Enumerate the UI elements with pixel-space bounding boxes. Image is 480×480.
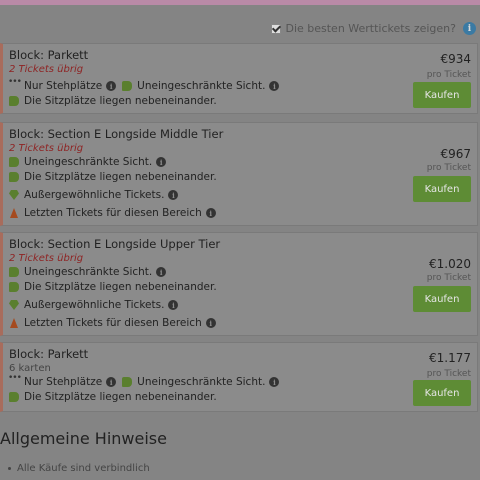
block-title: Block: Section E Longside Upper Tier bbox=[9, 237, 221, 251]
availability-text: 2 Tickets übrig bbox=[9, 64, 84, 75]
thumbs-up-icon bbox=[122, 377, 133, 387]
info-icon[interactable]: i bbox=[205, 208, 216, 218]
feature-row: Die Sitzplätze liegen nebeneinander. bbox=[9, 171, 217, 183]
feature-text: Außergewöhnliche Tickets. bbox=[24, 189, 165, 201]
info-icon[interactable]: i bbox=[156, 157, 167, 167]
note-text: Alle Käufe sind verbindlich bbox=[17, 463, 150, 474]
ticket-price: €1.177 bbox=[429, 351, 471, 365]
feature-row: Nur Stehplätze i Uneingeschränkte Sicht.… bbox=[8, 77, 280, 92]
cone-icon bbox=[10, 318, 18, 328]
ticket-price: €967 bbox=[440, 147, 471, 161]
feature-text: Uneingeschränkte Sicht. bbox=[24, 266, 153, 278]
buy-button[interactable]: Kaufen bbox=[413, 286, 471, 312]
thumbs-up-icon bbox=[9, 96, 19, 106]
info-icon[interactable]: i bbox=[168, 190, 179, 200]
feature-row: Uneingeschränkte Sicht. i bbox=[9, 266, 167, 278]
feature-text: Uneingeschränkte Sicht. bbox=[137, 80, 266, 92]
thumbs-up-icon bbox=[9, 157, 19, 167]
info-icon[interactable]: i bbox=[106, 377, 117, 387]
thumbs-up-icon bbox=[9, 267, 19, 277]
thumbs-up-icon bbox=[9, 172, 19, 182]
block-title: Block: Section E Longside Middle Tier bbox=[9, 127, 224, 141]
dots-icon bbox=[8, 77, 21, 91]
feature-text: Außergewöhnliche Tickets. bbox=[24, 299, 165, 311]
feature-text: Die Sitzplätze liegen nebeneinander. bbox=[24, 281, 217, 293]
feature-row: Die Sitzplätze liegen nebeneinander. bbox=[9, 281, 217, 293]
buy-button[interactable]: Kaufen bbox=[413, 380, 471, 406]
info-icon[interactable]: i bbox=[205, 318, 216, 328]
feature-row: Die Sitzplätze liegen nebeneinander. bbox=[9, 391, 217, 403]
feature-row: Uneingeschränkte Sicht. i bbox=[9, 156, 167, 168]
thumbs-up-icon bbox=[122, 81, 133, 91]
feature-row: Die Sitzplätze liegen nebeneinander. bbox=[9, 95, 217, 107]
availability-text: 2 Tickets übrig bbox=[9, 143, 84, 154]
thumbs-up-icon bbox=[9, 282, 19, 292]
gem-icon bbox=[9, 300, 19, 310]
gem-icon bbox=[9, 190, 19, 200]
feature-row: Außergewöhnliche Tickets. i bbox=[9, 299, 179, 311]
feature-text: Letzten Tickets für diesen Bereich bbox=[24, 317, 202, 329]
cone-icon bbox=[10, 208, 18, 218]
feature-row: Letzten Tickets für diesen Bereich i bbox=[9, 317, 216, 329]
feature-text: Die Sitzplätze liegen nebeneinander. bbox=[24, 95, 217, 107]
ticket-price: €934 bbox=[440, 52, 471, 66]
availability-text: 2 Tickets übrig bbox=[9, 253, 84, 264]
ticket-listing: Block: Parkett 2 Tickets übrig Nur Stehp… bbox=[0, 43, 478, 114]
feature-row: Außergewöhnliche Tickets. i bbox=[9, 189, 179, 201]
thumbs-up-icon bbox=[9, 392, 19, 402]
ticket-listing: Block: Section E Longside Middle Tier 2 … bbox=[0, 122, 478, 226]
feature-text: Uneingeschränkte Sicht. bbox=[24, 156, 153, 168]
best-value-checkbox[interactable] bbox=[271, 23, 282, 34]
feature-text: Uneingeschränkte Sicht. bbox=[137, 376, 266, 388]
feature-text: Letzten Tickets für diesen Bereich bbox=[24, 207, 202, 219]
dots-icon bbox=[8, 373, 21, 387]
bullet-icon bbox=[8, 467, 11, 470]
price-unit: pro Ticket bbox=[426, 70, 471, 80]
feature-text: Nur Stehplätze bbox=[24, 80, 103, 92]
notes-title: Allgemeine Hinweise bbox=[0, 429, 167, 448]
price-unit: pro Ticket bbox=[426, 273, 471, 283]
info-icon[interactable]: i bbox=[463, 22, 476, 35]
price-unit: pro Ticket bbox=[426, 369, 471, 379]
block-title: Block: Parkett bbox=[9, 48, 89, 62]
ticket-price: €1.020 bbox=[429, 257, 471, 271]
feature-row: Letzten Tickets für diesen Bereich i bbox=[9, 207, 216, 219]
ticket-listing: Block: Parkett 6 karten Nur Stehplätze i… bbox=[0, 342, 478, 412]
feature-row: Nur Stehplätze i Uneingeschränkte Sicht.… bbox=[8, 373, 280, 388]
feature-text: Die Sitzplätze liegen nebeneinander. bbox=[24, 391, 217, 403]
info-icon[interactable]: i bbox=[168, 300, 179, 310]
info-icon[interactable]: i bbox=[269, 81, 280, 91]
top-bar bbox=[0, 0, 480, 5]
best-value-filter[interactable]: Die besten Werttickets zeigen? i bbox=[271, 22, 476, 35]
ticket-listing: Block: Section E Longside Upper Tier 2 T… bbox=[0, 232, 478, 336]
buy-button[interactable]: Kaufen bbox=[413, 176, 471, 202]
list-item: Alle Käufe sind verbindlich bbox=[8, 463, 150, 474]
price-unit: pro Ticket bbox=[426, 163, 471, 173]
info-icon[interactable]: i bbox=[156, 267, 167, 277]
info-icon[interactable]: i bbox=[106, 81, 117, 91]
info-icon[interactable]: i bbox=[269, 377, 280, 387]
block-title: Block: Parkett bbox=[9, 347, 89, 361]
feature-text: Die Sitzplätze liegen nebeneinander. bbox=[24, 171, 217, 183]
best-value-label: Die besten Werttickets zeigen? bbox=[285, 22, 456, 35]
buy-button[interactable]: Kaufen bbox=[413, 82, 471, 108]
feature-text: Nur Stehplätze bbox=[24, 376, 103, 388]
